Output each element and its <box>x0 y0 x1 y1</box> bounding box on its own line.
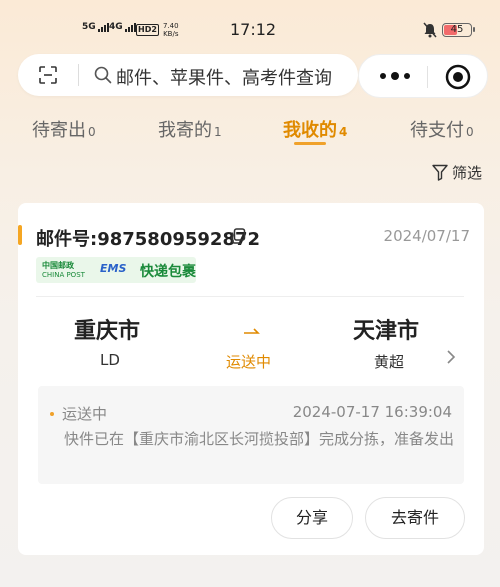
send-again-button[interactable]: 去寄件 <box>365 497 465 539</box>
chevron-right-icon[interactable] <box>446 349 456 365</box>
close-target-icon[interactable] <box>445 64 471 90</box>
filter-icon <box>432 164 448 181</box>
battery-level: 45 <box>450 24 464 35</box>
recipient-name: 黄超 <box>374 353 405 371</box>
tab-label: 我收的 <box>283 120 337 141</box>
sim1-label: 5G <box>82 22 96 32</box>
copy-icon[interactable] <box>230 228 246 244</box>
shipment-date: 2024/07/17 <box>383 227 470 245</box>
tab-count: 4 <box>339 125 348 139</box>
speed-value: 7.40 <box>163 22 179 30</box>
search-icon <box>94 66 112 84</box>
tab-my-received[interactable]: 我收的 4 <box>283 116 347 142</box>
tab-count: 1 <box>214 125 222 139</box>
tab-count: 0 <box>88 125 96 139</box>
china-post-logo: 中国邮政 CHINA POST <box>42 261 85 280</box>
hd-voice-icon: HD2 <box>136 24 159 36</box>
mini-program-capsule <box>358 54 488 98</box>
filter-label: 筛选 <box>452 164 483 182</box>
card-divider <box>36 296 464 297</box>
tracking-status: 运送中 <box>62 405 108 423</box>
tracking-time: 2024-07-17 16:39:04 <box>292 403 452 421</box>
tab-to-pay[interactable]: 待支付 0 <box>410 116 474 142</box>
card-accent-bar <box>18 225 22 245</box>
latest-tracking[interactable]: 运送中 2024-07-17 16:39:04 快件已在【重庆市渝北区长河揽投部… <box>38 386 464 484</box>
share-button[interactable]: 分享 <box>271 497 353 539</box>
scan-icon[interactable] <box>38 65 58 85</box>
tab-label: 待支付 <box>410 120 464 141</box>
tab-label: 待寄出 <box>32 120 86 141</box>
active-tab-indicator <box>294 142 326 145</box>
sender-name: LD <box>100 351 120 369</box>
search-divider <box>78 64 79 86</box>
signal-5g-icon: 5G <box>82 22 109 32</box>
tab-to-send[interactable]: 待寄出 0 <box>32 116 96 142</box>
shipment-card[interactable]: 邮件号:9875809592872 2024/07/17 中国邮政 CHINA … <box>18 203 484 555</box>
tracking-description: 快件已在【重庆市渝北区长河揽投部】完成分拣，准备发出 <box>64 430 455 448</box>
carrier-tag: 中国邮政 CHINA POST EMS 快递包裹 <box>36 257 196 283</box>
destination-city: 天津市 <box>353 319 420 344</box>
origin-city: 重庆市 <box>74 319 141 344</box>
transit-status: 运送中 <box>226 353 272 371</box>
search-input[interactable]: 邮件、苹果件、高考件查询 <box>116 64 332 90</box>
mute-bell-icon <box>423 22 437 38</box>
carrier-tag-text: 快递包裹 <box>140 264 196 280</box>
tracking-dot <box>50 412 54 416</box>
tab-label: 我寄的 <box>158 120 212 141</box>
sim2-label: 4G <box>109 22 123 32</box>
status-bar: 5G 4G HD2 7.40 KB/s 17:12 45 <box>0 0 500 58</box>
speed-unit: KB/s <box>163 30 179 38</box>
mail-number: 邮件号:9875809592872 <box>36 229 261 250</box>
tab-count: 0 <box>466 125 474 139</box>
arrow-right-icon <box>244 328 260 334</box>
network-speed: 7.40 KB/s <box>163 22 179 38</box>
signal-4g-icon: 4G <box>109 22 136 32</box>
battery-icon: 45 <box>442 23 475 37</box>
logo-en: CHINA POST <box>42 271 85 279</box>
ems-logo: EMS <box>100 262 127 275</box>
more-icon[interactable] <box>377 68 413 84</box>
tab-my-sent[interactable]: 我寄的 1 <box>158 116 222 142</box>
clock: 17:12 <box>230 20 277 39</box>
logo-cn: 中国邮政 <box>42 261 74 270</box>
search-bar[interactable]: 邮件、苹果件、高考件查询 <box>18 54 358 96</box>
capsule-divider <box>427 66 428 88</box>
filter-button[interactable]: 筛选 <box>432 162 482 183</box>
